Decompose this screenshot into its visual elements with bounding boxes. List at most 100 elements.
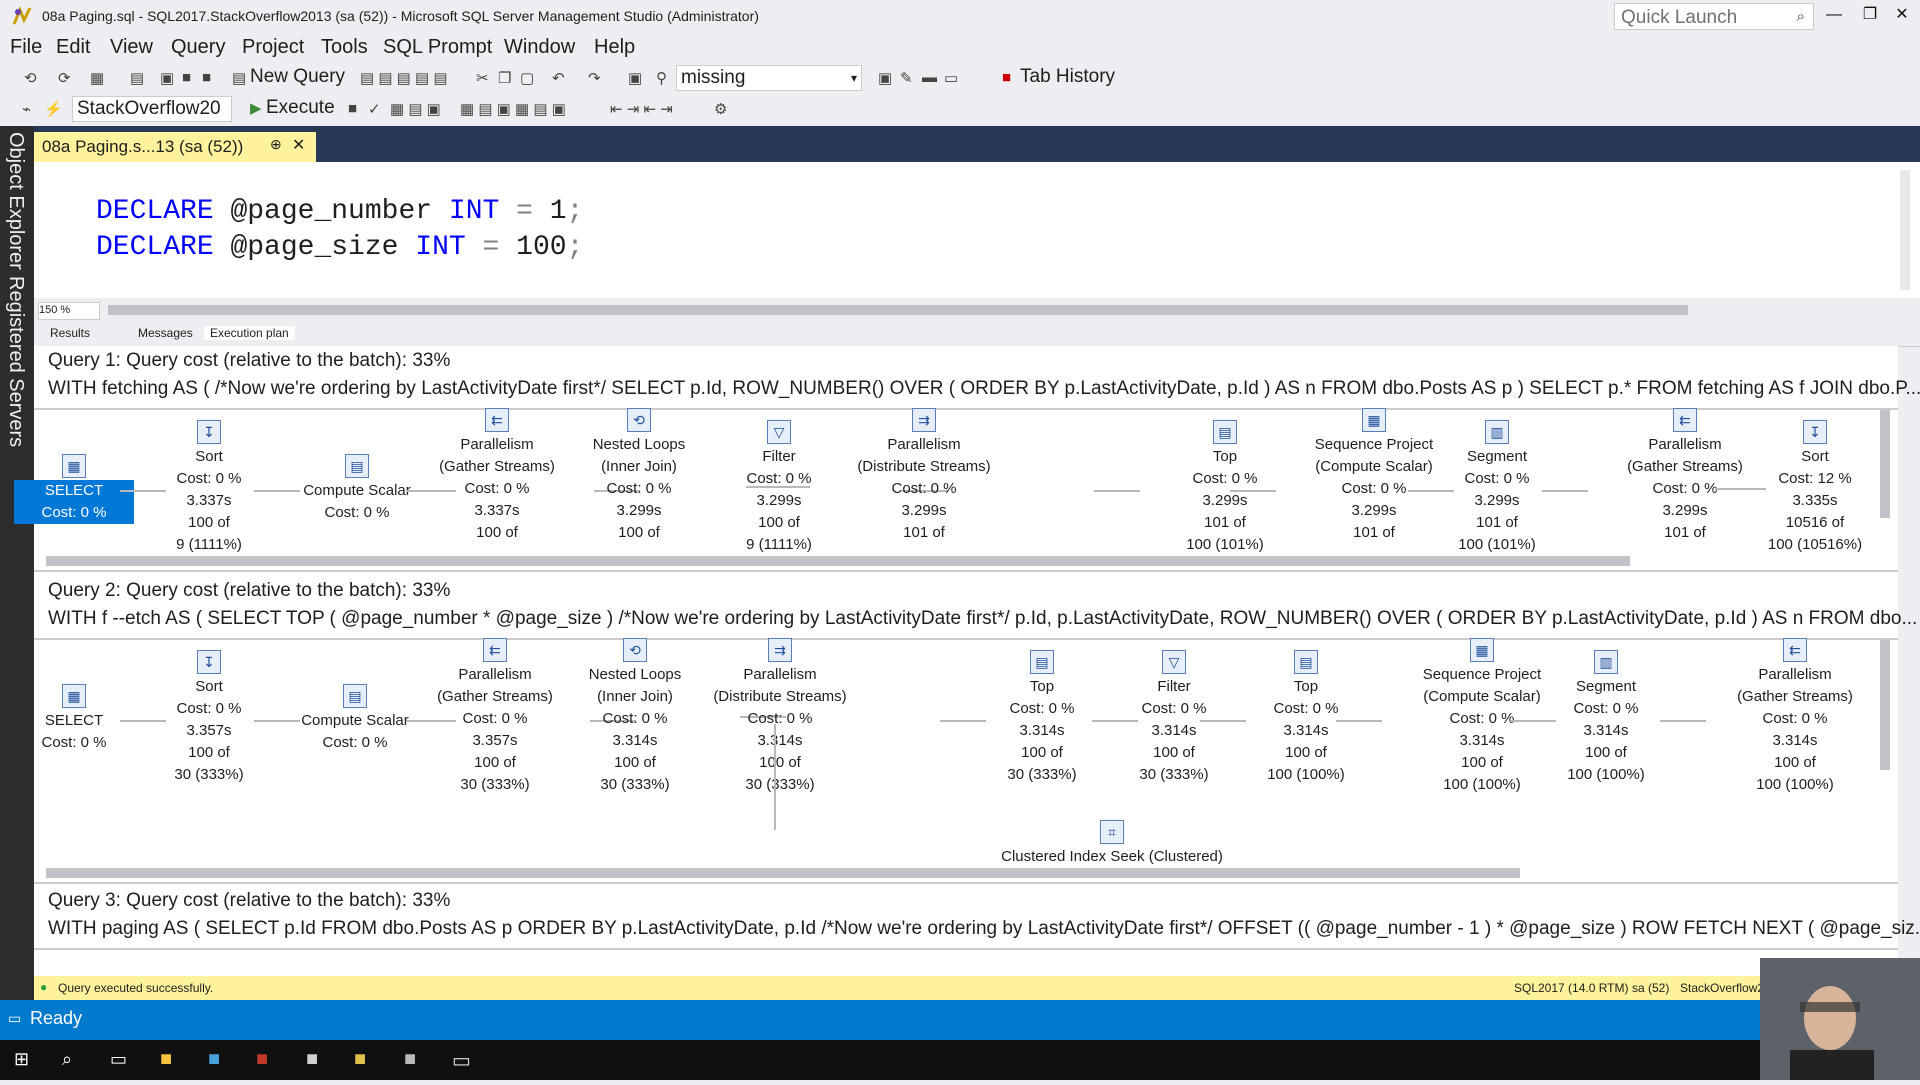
document-tab[interactable]: 08a Paging.s...13 (sa (52)) ⊕ ✕ [34,132,316,162]
plan-op-clustered-index-seek[interactable]: ⌗ Clustered Index Seek (Clustered) [982,820,1242,868]
code-line-1: DECLARE @page_number INT = 1; [96,196,583,227]
debug-icon[interactable]: ▣ [628,69,642,87]
cancel-query-icon[interactable]: ■ [348,100,357,117]
plan-op-select[interactable]: ▦ SELECT Cost: 0 % [14,454,134,524]
menu-help[interactable]: Help [594,36,635,59]
plan-op-parallelism-distribute[interactable]: ⇉ Parallelism (Distribute Streams) Cost:… [690,638,870,796]
title-bar: 08a Paging.sql - SQL2017.StackOverflow20… [0,0,1920,34]
menu-edit[interactable]: Edit [56,36,90,59]
zoom-combo[interactable]: 150 % [38,302,100,320]
minimize-button[interactable]: — [1816,2,1852,30]
plan1-vertical-scrollbar[interactable] [1880,410,1890,518]
indent-icons[interactable]: ⇤ ⇥ ⇤ ⇥ [610,100,673,118]
op-rows: 100 of [1585,744,1627,761]
plan1-horizontal-scrollbar[interactable] [46,556,1630,566]
app-icon[interactable]: ■ [306,1048,318,1071]
find-combo-value: missing [681,67,746,88]
execution-plan-tab[interactable]: Execution plan [204,326,295,340]
editor-vertical-scrollbar[interactable] [1900,170,1910,290]
plan-op-sequence-project[interactable]: ▦ Sequence Project (Compute Scalar) Cost… [1392,638,1572,796]
plan-op-sort-2[interactable]: ↧ Sort Cost: 12 % 3.335s 10516 of 100 (1… [1740,420,1890,556]
find-combo[interactable]: missing ▾ [676,65,862,91]
terminal-icon[interactable]: ▭ [452,1048,471,1073]
results-tab[interactable]: Results [50,326,90,340]
add-item-icon[interactable]: ▤ [130,69,144,87]
plan-icons[interactable]: ▦ ▤ ▣ [390,100,441,118]
disconnect-icon[interactable]: ⚡ [44,100,63,118]
window-icon[interactable]: ▭ [944,69,958,87]
plan2-horizontal-scrollbar[interactable] [46,868,1520,878]
query-type-icons[interactable]: ▤ ▤ ▤ ▤ ▤ [360,69,448,87]
maximize-button[interactable]: ❐ [1852,2,1888,30]
sequence-project-icon: ▦ [1362,408,1386,432]
menu-query[interactable]: Query [171,36,225,59]
app-icon[interactable]: ■ [208,1048,220,1071]
object-explorer-tab[interactable]: Object Explorer [4,132,27,270]
app-icon[interactable]: ■ [256,1048,268,1071]
properties-icon[interactable]: ▣ [878,69,892,87]
op-rows: 101 of [1476,514,1518,531]
plan-op-sort[interactable]: ↧ Sort Cost: 0 % 3.357s 100 of 30 (333%) [124,650,294,786]
task-view-icon[interactable]: ▭ [110,1049,127,1070]
plan-op-top-2[interactable]: ▤ Top Cost: 0 % 3.314s 100 of 100 (100%) [1246,650,1366,786]
plan-op-parallelism-gather-2[interactable]: ⇇ Parallelism (Gather Streams) Cost: 0 %… [1710,638,1880,796]
menu-view[interactable]: View [110,36,153,59]
specify-values-icon[interactable]: ⚙ [714,100,727,118]
plan-op-top[interactable]: ▤ Top Cost: 0 % 3.314s 100 of 30 (333%) [982,650,1102,786]
menu-tools[interactable]: Tools [321,36,368,59]
save-icon[interactable]: ■ [182,69,191,86]
plan2-vertical-scrollbar[interactable] [1880,640,1890,770]
quick-launch-input[interactable]: Quick Launch ⌕ [1614,3,1814,30]
tab-history-button[interactable]: Tab History [1020,66,1115,88]
plan-op-sort[interactable]: ↧ Sort Cost: 0 % 3.337s 100 of 9 (1111%) [124,420,294,556]
registered-servers-tab[interactable]: Registered Servers [4,276,27,447]
plan-op-parallelism-distribute[interactable]: ⇉ Parallelism (Distribute Streams) Cost:… [834,408,1014,544]
find-icon[interactable]: ⚲ [656,69,667,87]
undo-icon[interactable]: ↶ [552,69,565,87]
app-icon[interactable]: ■ [404,1048,416,1071]
new-project-icon[interactable]: ▦ [90,69,104,87]
plan-op-segment[interactable]: ▥ Segment Cost: 0 % 3.314s 100 of 100 (1… [1546,650,1666,786]
forward-icon[interactable]: ⟳ [58,69,71,87]
close-tab-icon[interactable]: ✕ [292,135,305,155]
menu-project[interactable]: Project [242,36,304,59]
op-cost: Cost: 0 % [176,470,242,487]
back-icon[interactable]: ⟲ [24,69,37,87]
execute-button[interactable]: Execute [266,97,335,119]
plan-op-filter[interactable]: ▽ Filter Cost: 0 % 3.314s 100 of 30 (333… [1114,650,1234,786]
pin-icon[interactable]: ⊕ [270,136,282,153]
windows-start-icon[interactable]: ⊞ [14,1049,29,1070]
separator [34,882,1898,884]
file-explorer-icon[interactable]: ■ [160,1048,172,1071]
segment-icon: ▥ [1594,650,1618,674]
search-icon[interactable]: ⌕ [62,1049,72,1070]
code-editor[interactable]: DECLARE @page_number INT = 1; DECLARE @p… [34,162,1920,298]
copy-icon[interactable]: ❐ [498,69,511,87]
op-cost: Cost: 0 % [1009,700,1075,717]
close-button[interactable]: ✕ [1884,2,1920,30]
new-query-button[interactable]: New Query [250,66,345,88]
connect-icon[interactable]: ⌁ [22,100,31,118]
semicolon: ; [566,232,584,263]
op-time: 3.314s [757,732,803,749]
ssms-taskbar-icon[interactable]: ■ [354,1048,366,1071]
save-all-icon[interactable]: ■ [202,69,211,86]
results-options-icons[interactable]: ▦ ▤ ▣ ▦ ▤ ▣ [460,100,566,118]
plan-op-segment[interactable]: ▥ Segment Cost: 0 % 3.299s 101 of 100 (1… [1412,420,1582,556]
menu-file[interactable]: File [10,36,42,59]
cut-icon[interactable]: ✂ [476,69,489,87]
editor-horizontal-scrollbar[interactable] [108,305,1688,315]
plan-op-select[interactable]: ▦ SELECT Cost: 0 % [14,684,134,754]
wrench-icon[interactable]: ✎ [900,69,913,87]
paste-icon[interactable]: ▢ [520,69,534,87]
messages-tab[interactable]: Messages [138,326,193,340]
success-icon: ● [40,980,48,994]
database-combo[interactable]: StackOverflow20 [72,96,232,122]
toolbox-icon[interactable]: ▬ [922,69,937,86]
op-rows: 100 of [759,754,801,771]
menu-sql-prompt[interactable]: SQL Prompt [383,36,492,59]
open-file-icon[interactable]: ▣ [160,69,174,87]
parse-icon[interactable]: ✓ [368,100,381,118]
menu-window[interactable]: Window [504,36,575,59]
redo-icon[interactable]: ↷ [588,69,601,87]
